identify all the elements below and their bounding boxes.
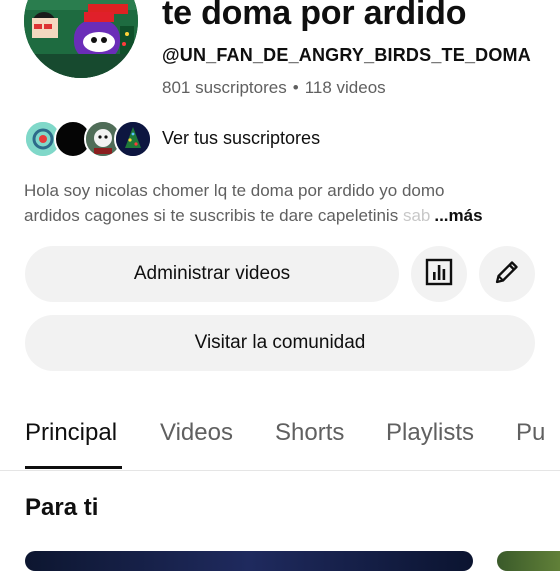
for-you-heading: Para ti [25,494,99,521]
manage-videos-label: Administrar videos [133,263,291,284]
tab-principal[interactable]: Principal [25,419,117,447]
manage-videos-button[interactable]: Administrar videos [25,246,399,302]
video-count: 118 videos [304,78,386,97]
edit-channel-button[interactable] [479,246,535,302]
video-thumbnail[interactable] [497,551,560,571]
analytics-button[interactable] [411,246,467,302]
tab-posts[interactable]: Pu [516,419,545,447]
subscriber-avatar [114,120,152,158]
bar-chart-icon [425,258,453,291]
stats-separator: • [292,78,299,97]
view-subscribers-link[interactable]: Ver tus suscriptores [162,128,320,149]
description-line-2-text: ardidos cagones si te suscribis te dare … [24,206,403,225]
description-truncated-text: sab [402,206,431,225]
channel-tabs: Principal Videos Shorts Playlists Pu [0,402,560,471]
tab-playlists[interactable]: Playlists [386,419,474,447]
channel-avatar[interactable] [24,0,138,78]
visit-community-button[interactable]: Visitar la comunidad [25,315,535,371]
pencil-icon [493,258,521,291]
subscriber-count: 801 suscriptores [162,78,287,97]
visit-community-label: Visitar la comunidad [194,332,366,353]
description-line-1: Hola soy nicolas chomer lq te doma por a… [24,181,445,200]
subscriber-avatars [24,119,152,159]
active-tab-indicator [25,466,122,469]
tab-videos[interactable]: Videos [160,419,233,447]
channel-handle: @UN_FAN_DE_ANGRY_BIRDS_TE_DOMA [162,45,531,65]
channel-title: te doma por ardido [162,0,467,32]
description-line-2: ardidos cagones si te suscribis te dare … [24,203,534,228]
more-link[interactable]: ...más [434,203,482,228]
view-subscribers-row[interactable]: Ver tus suscriptores [24,118,320,160]
channel-stats: 801 suscriptores • 118 videos [162,78,386,98]
tab-shorts[interactable]: Shorts [275,419,344,447]
video-thumbnail[interactable] [25,551,473,571]
channel-description[interactable]: Hola soy nicolas chomer lq te doma por a… [24,178,534,228]
